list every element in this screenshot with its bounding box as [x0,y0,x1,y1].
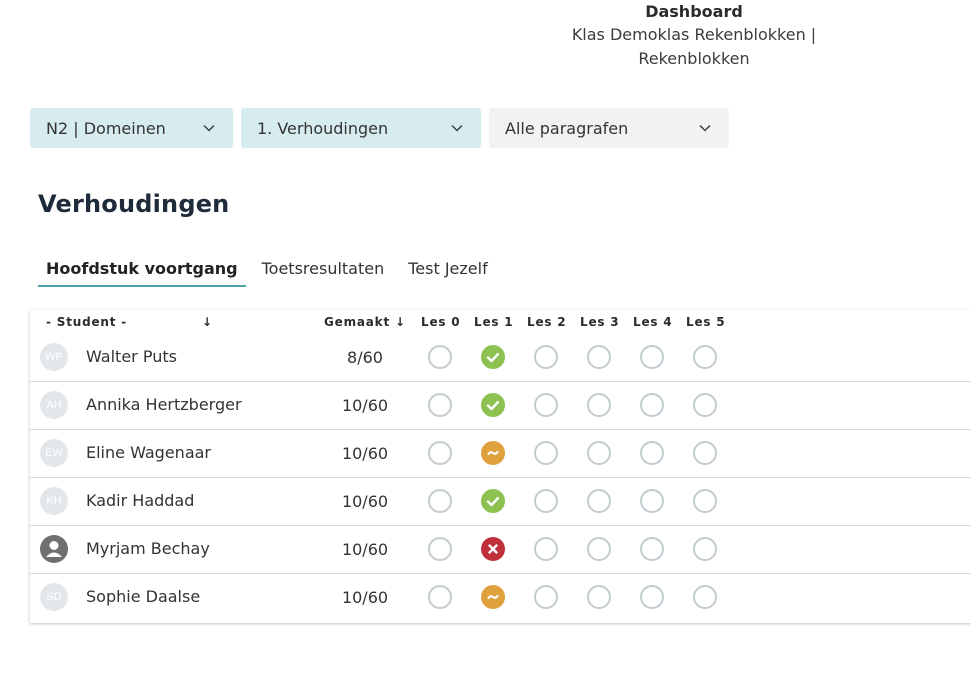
header-title: Dashboard [645,2,743,21]
tab-toetsresultaten[interactable]: Toetsresultaten [254,256,393,287]
empty-circle-icon[interactable] [587,489,611,513]
empty-circle-icon[interactable] [693,345,717,369]
empty-circle-icon[interactable] [693,441,717,465]
made-count: 8/60 [347,348,383,367]
empty-circle-icon[interactable] [534,393,558,417]
empty-circle-icon[interactable] [640,537,664,561]
avatar: KH [40,487,68,515]
domain-select[interactable]: N2 | Domeinen [30,108,233,148]
paragraph-select[interactable]: Alle paragrafen [489,108,729,148]
chapter-select-value: 1. Verhoudingen [257,118,389,138]
chevron-down-icon [451,124,463,132]
made-count: 10/60 [341,492,389,511]
empty-circle-icon[interactable] [587,345,611,369]
tilde-icon[interactable] [481,585,505,609]
student-sort-icon[interactable]: ↓ [202,315,213,329]
empty-circle-icon[interactable] [587,537,611,561]
domain-select-value: N2 | Domeinen [46,118,166,138]
chevron-down-icon [699,124,711,132]
empty-circle-icon[interactable] [640,441,664,465]
empty-circle-icon[interactable] [428,441,452,465]
tab-hoofdstuk-voortgang[interactable]: Hoofdstuk voortgang [38,256,246,287]
empty-circle-icon[interactable] [428,393,452,417]
student-name[interactable]: Myrjam Bechay [86,539,210,558]
chapter-select[interactable]: 1. Verhoudingen [241,108,481,148]
avatar: SD [40,583,68,611]
lesson-column-header: Les 4 [633,315,673,329]
avatar: EW [40,439,68,467]
filter-bar: N2 | Domeinen 1. Verhoudingen Alle parag… [30,108,729,148]
table-header: - Student - ↓ Gemaakt ↓ Les 0 Les 1 Les … [30,310,971,335]
empty-circle-icon[interactable] [587,393,611,417]
empty-circle-icon[interactable] [587,441,611,465]
checkmark-icon[interactable] [481,393,505,417]
empty-circle-icon[interactable] [534,585,558,609]
empty-circle-icon[interactable] [428,345,452,369]
table-row[interactable]: WP Walter Puts 8/60 [30,334,971,382]
student-name[interactable]: Sophie Daalse [86,587,200,606]
user-placeholder-icon [40,535,68,563]
table-row[interactable]: AH Annika Hertzberger 10/60 [30,382,971,430]
avatar: AH [40,391,68,419]
empty-circle-icon[interactable] [428,585,452,609]
header-subtitle: Klas Demoklas Rekenblokken | Rekenblokke… [571,25,817,68]
page-header: Dashboard Klas Demoklas Rekenblokken | R… [514,2,874,71]
empty-circle-icon[interactable] [640,585,664,609]
empty-circle-icon[interactable] [534,489,558,513]
page-title: Verhoudingen [38,190,230,218]
progress-table: - Student - ↓ Gemaakt ↓ Les 0 Les 1 Les … [30,310,971,623]
avatar: WP [40,343,68,371]
tab-bar: Hoofdstuk voortgang Toetsresultaten Test… [38,256,504,287]
paragraph-select-value: Alle paragrafen [505,118,629,138]
lesson-column-header: Les 3 [580,315,620,329]
empty-circle-icon[interactable] [640,489,664,513]
empty-circle-icon[interactable] [640,393,664,417]
made-count: 10/60 [341,444,389,463]
made-count: 10/60 [341,588,389,607]
lesson-column-header: Les 5 [686,315,726,329]
chevron-down-icon [203,124,215,132]
student-name[interactable]: Eline Wagenaar [86,443,211,462]
student-column-header[interactable]: - Student - [46,315,127,329]
empty-circle-icon[interactable] [428,489,452,513]
empty-circle-icon[interactable] [640,345,664,369]
made-count: 10/60 [341,540,389,559]
empty-circle-icon[interactable] [693,537,717,561]
student-name[interactable]: Walter Puts [86,347,177,366]
tab-test-jezelf[interactable]: Test Jezelf [400,256,495,287]
empty-circle-icon[interactable] [534,537,558,561]
tilde-icon[interactable] [481,441,505,465]
lesson-column-header: Les 2 [527,315,567,329]
table-row[interactable]: EW Eline Wagenaar 10/60 [30,430,971,478]
empty-circle-icon[interactable] [534,345,558,369]
cross-icon[interactable] [481,537,505,561]
made-count: 10/60 [341,396,389,415]
checkmark-icon[interactable] [481,489,505,513]
empty-circle-icon[interactable] [428,537,452,561]
table-row[interactable]: KH Kadir Haddad 10/60 [30,478,971,526]
empty-circle-icon[interactable] [534,441,558,465]
lesson-column-header: Les 1 [474,315,514,329]
empty-circle-icon[interactable] [693,585,717,609]
made-column-header[interactable]: Gemaakt ↓ [324,315,406,329]
empty-circle-icon[interactable] [587,585,611,609]
lesson-column-header: Les 0 [421,315,461,329]
table-row[interactable]: Myrjam Bechay 10/60 [30,526,971,574]
student-name[interactable]: Kadir Haddad [86,491,194,510]
empty-circle-icon[interactable] [693,489,717,513]
student-name[interactable]: Annika Hertzberger [86,395,242,414]
table-row[interactable]: SD Sophie Daalse 10/60 [30,574,971,622]
empty-circle-icon[interactable] [693,393,717,417]
checkmark-icon[interactable] [481,345,505,369]
